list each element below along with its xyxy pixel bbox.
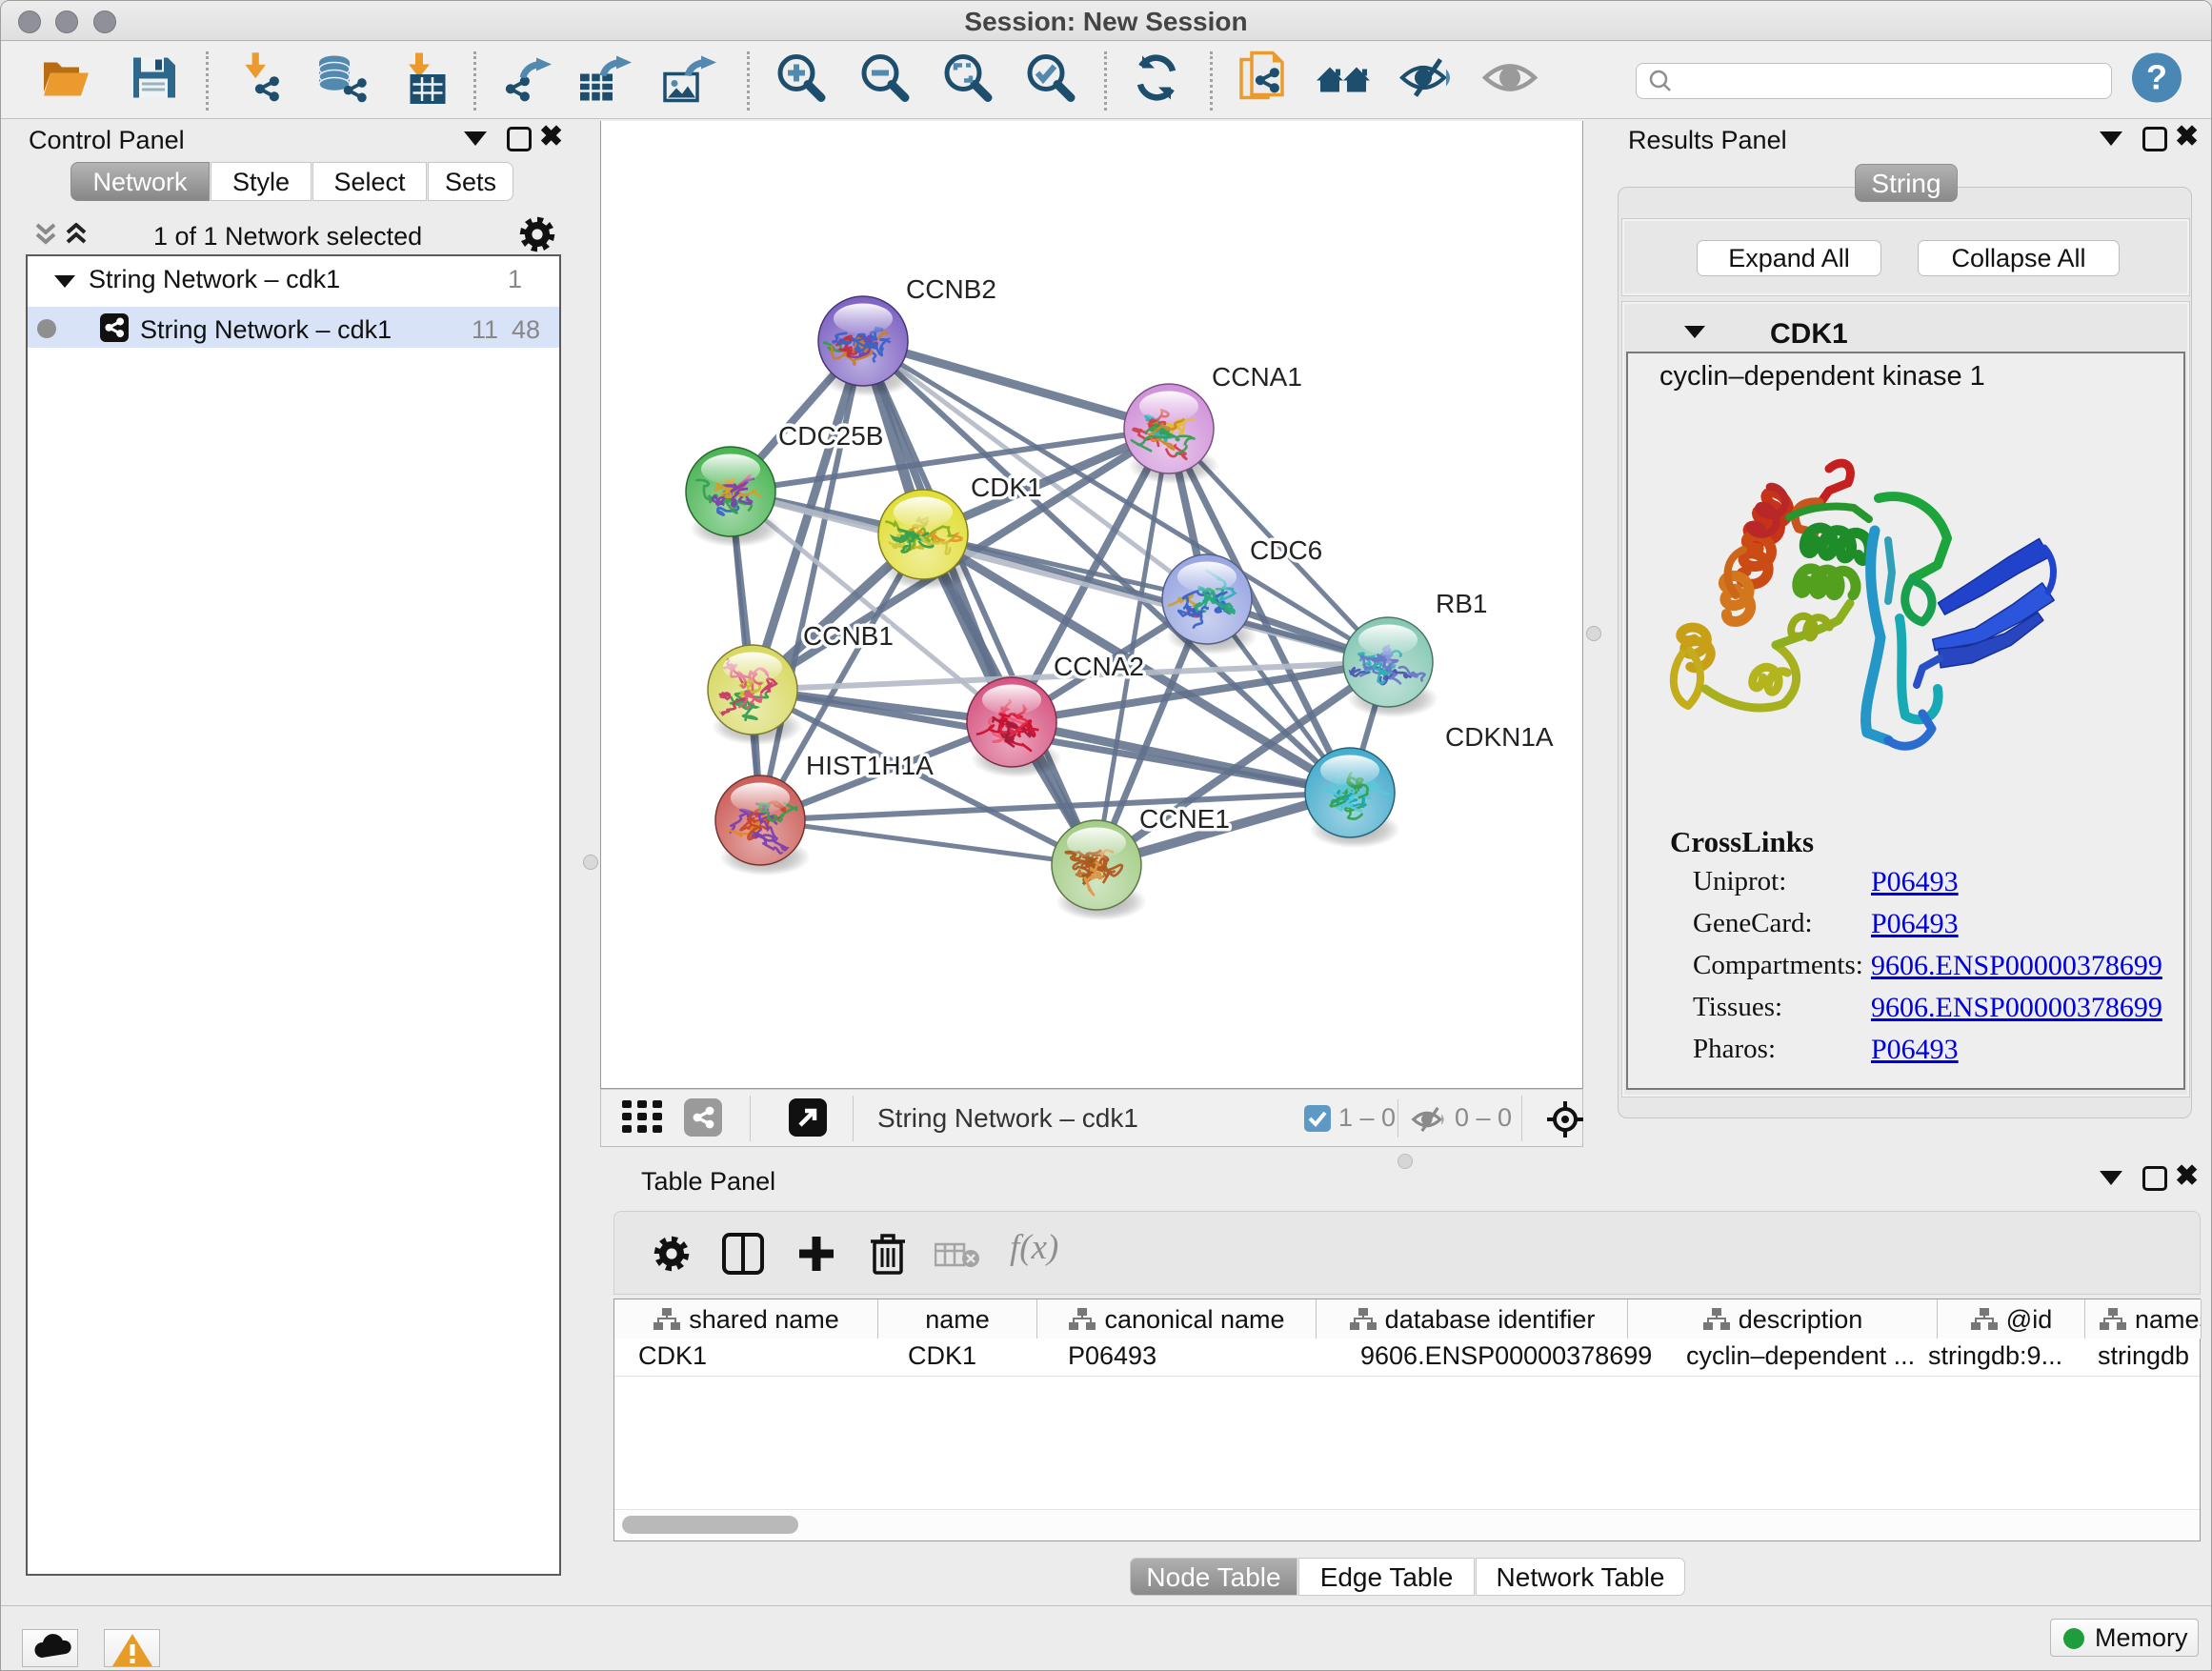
svg-text:?: ?	[2146, 58, 2167, 97]
svg-text:CDC25B: CDC25B	[778, 421, 883, 451]
svg-text:RB1: RB1	[1436, 589, 1487, 618]
svg-text:CCNA1: CCNA1	[1212, 362, 1302, 392]
svg-text:HIST1H1A: HIST1H1A	[806, 751, 934, 780]
svg-text:CDK1: CDK1	[971, 473, 1042, 502]
svg-text:CDC6: CDC6	[1250, 535, 1322, 565]
svg-text:CCNE1: CCNE1	[1139, 804, 1230, 834]
svg-text:CCNA2: CCNA2	[1054, 652, 1144, 681]
svg-text:CCNB1: CCNB1	[803, 621, 894, 651]
svg-text:CCNB2: CCNB2	[906, 274, 996, 304]
svg-text:CDKN1A: CDKN1A	[1445, 722, 1554, 752]
